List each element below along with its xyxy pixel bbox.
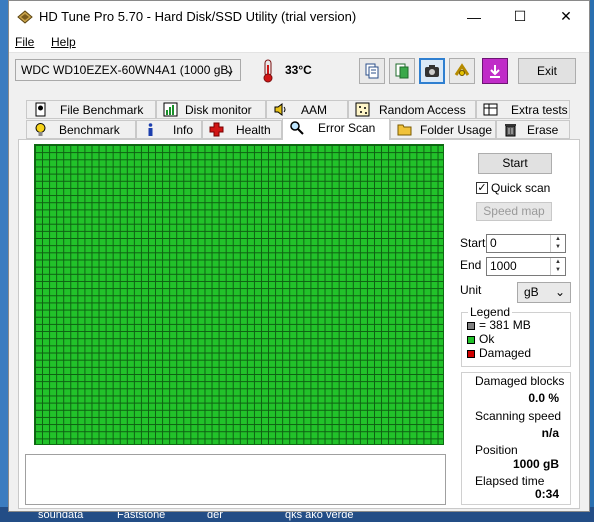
tab-label: Extra tests	[511, 103, 568, 117]
disk-monitor-icon	[163, 102, 178, 117]
app-window: HD Tune Pro 5.70 - Hard Disk/SSD Utility…	[8, 0, 590, 512]
menu-bar: File Help	[9, 32, 589, 53]
unit-dropdown[interactable]: gB ⌄	[517, 282, 571, 303]
tab-label: Benchmark	[59, 123, 120, 137]
scanning-speed-value: n/a	[541, 426, 559, 440]
tab-label: Random Access	[379, 103, 466, 117]
tab-health[interactable]: Health	[202, 120, 282, 139]
random-access-icon	[355, 102, 370, 117]
legend-title: Legend	[468, 305, 513, 319]
close-button[interactable]: ✕	[543, 1, 589, 32]
save-button[interactable]	[389, 58, 415, 84]
tab-random-access[interactable]: Random Access	[348, 100, 476, 119]
tab-label: Erase	[527, 123, 559, 137]
tab-folder-usage[interactable]: Folder Usage	[390, 120, 496, 139]
drive-dropdown-value: WDC WD10EZEX-60WN4A1 (1000 gB)	[21, 63, 233, 77]
lightbulb-icon	[35, 123, 46, 136]
elapsed-time-value: 0:34	[534, 487, 559, 501]
tab-label: Info	[173, 123, 194, 137]
unit-label: Unit	[460, 283, 482, 297]
tab-label: Disk monitor	[185, 103, 252, 117]
download-icon	[490, 65, 500, 78]
legend-swatch-block	[467, 322, 475, 330]
legend-swatch-ok	[467, 336, 475, 344]
end-field-label: End	[460, 258, 482, 272]
hd-tune-app-icon	[17, 10, 33, 24]
tab-aam[interactable]: AAM	[266, 100, 348, 119]
end-position-input[interactable]: 1000 ▲ ▼	[486, 257, 566, 276]
save-icon	[395, 63, 409, 79]
title-bar[interactable]: HD Tune Pro 5.70 - Hard Disk/SSD Utility…	[9, 1, 589, 32]
camera-icon	[425, 65, 439, 77]
tab-error-scan[interactable]: Error Scan	[282, 118, 390, 140]
chevron-down-icon: ⌄	[554, 285, 565, 299]
window-title: HD Tune Pro 5.70 - Hard Disk/SSD Utility…	[39, 9, 357, 24]
spinner-arrows-icon[interactable]: ▲ ▼	[550, 258, 565, 275]
info-icon	[148, 123, 153, 136]
thermometer-icon	[263, 59, 273, 83]
download-button[interactable]	[482, 58, 508, 84]
tab-label: Health	[236, 123, 271, 137]
options-icon	[454, 63, 470, 76]
quick-scan-label: Quick scan	[491, 181, 551, 195]
menu-file[interactable]: File	[15, 35, 34, 49]
elapsed-time-label: Elapsed time	[475, 474, 545, 488]
file-benchmark-icon	[35, 102, 46, 117]
tab-label: AAM	[301, 103, 328, 117]
scan-log-box[interactable]	[25, 454, 446, 505]
position-label: Position	[475, 443, 518, 457]
tab-info[interactable]: Info	[136, 120, 202, 139]
start-position-input[interactable]: 0 ▲ ▼	[486, 234, 566, 253]
speed-map-button[interactable]: Speed map	[476, 202, 552, 221]
speaker-icon	[274, 103, 286, 116]
temperature-readout: 33°C	[285, 63, 312, 77]
tab-disk-monitor[interactable]: Disk monitor	[156, 100, 266, 119]
legend-ok: Ok	[479, 332, 495, 346]
drive-dropdown[interactable]: WDC WD10EZEX-60WN4A1 (1000 gB) ⌄	[15, 59, 241, 81]
minimize-button[interactable]: —	[451, 1, 497, 32]
spinner-arrows-icon[interactable]: ▲ ▼	[550, 235, 565, 252]
damaged-blocks-value: 0.0 %	[528, 391, 559, 405]
scanning-speed-label: Scanning speed	[475, 409, 562, 423]
legend-block-size: = 381 MB	[479, 318, 531, 332]
tab-label: Error Scan	[318, 121, 376, 135]
start-field-label: Start	[460, 236, 486, 250]
magnifier-icon	[290, 121, 304, 135]
extra-tests-icon	[483, 103, 498, 116]
end-position-value: 1000	[490, 259, 517, 273]
unit-dropdown-value: gB	[524, 285, 539, 299]
legend-damaged: Damaged	[479, 346, 532, 360]
legend-swatch-damaged	[467, 350, 475, 358]
quick-scan-checkbox[interactable]: ✓	[476, 182, 488, 194]
maximize-button[interactable]: ☐	[497, 1, 543, 32]
scan-block-grid	[34, 144, 444, 445]
menu-help[interactable]: Help	[51, 35, 76, 49]
start-position-value: 0	[490, 236, 497, 250]
chevron-down-icon: ⌄	[224, 63, 235, 77]
exit-button[interactable]: Exit	[518, 58, 576, 84]
tab-extra-tests[interactable]: Extra tests	[476, 100, 570, 119]
tab-file-benchmark[interactable]: File Benchmark	[26, 100, 156, 119]
tab-label: Folder Usage	[420, 123, 493, 137]
tab-erase[interactable]: Erase	[496, 120, 570, 139]
tab-label: File Benchmark	[60, 103, 144, 117]
options-button[interactable]	[449, 58, 475, 84]
tab-benchmark[interactable]: Benchmark	[26, 120, 136, 139]
copy-button[interactable]	[359, 58, 385, 84]
position-value: 1000 gB	[512, 457, 559, 471]
damaged-blocks-label: Damaged blocks	[475, 374, 565, 388]
health-cross-icon	[209, 122, 224, 137]
folder-icon	[397, 124, 412, 136]
start-scan-button[interactable]: Start	[478, 153, 552, 174]
copy-icon	[365, 63, 379, 79]
toolbar: WDC WD10EZEX-60WN4A1 (1000 gB) ⌄ 33°C Ex…	[9, 53, 589, 91]
screenshot-button[interactable]	[419, 58, 445, 84]
trash-icon	[505, 124, 516, 137]
desktop-background	[0, 0, 8, 522]
